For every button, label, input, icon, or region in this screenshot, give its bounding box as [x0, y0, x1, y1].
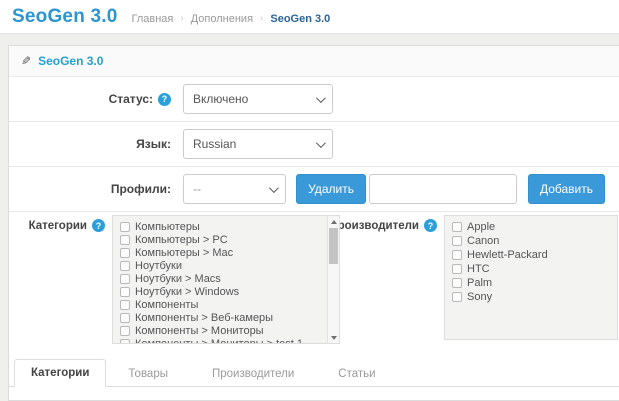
- manufacturer-option[interactable]: Canon: [452, 234, 617, 248]
- tab-categories[interactable]: Категории: [14, 359, 106, 387]
- breadcrumb-home[interactable]: Главная: [132, 13, 174, 25]
- status-select-value: Включено: [193, 92, 248, 106]
- settings-panel: ✎ SeoGen 3.0 Статус: ? Включено Язык: Ru…: [8, 45, 619, 401]
- manufacturers-label: Производители: [329, 220, 419, 232]
- category-option[interactable]: Компоненты > Мониторы: [120, 324, 339, 337]
- help-icon[interactable]: ?: [158, 93, 171, 106]
- tab-articles[interactable]: Статьи: [316, 360, 397, 387]
- checkbox[interactable]: [120, 313, 130, 323]
- manufacturer-option[interactable]: Hewlett-Packard: [452, 248, 617, 262]
- help-icon[interactable]: ?: [424, 219, 437, 232]
- scrollbar-thumb[interactable]: [329, 228, 338, 264]
- manufacturer-option[interactable]: Sony: [452, 290, 617, 304]
- category-option[interactable]: Ноутбуки > Macs: [120, 272, 339, 285]
- checkbox[interactable]: [452, 222, 462, 232]
- manufacturers-listbox: Apple Canon Hewlett-Packard HTC Palm: [444, 215, 618, 340]
- page-header: SeoGen 3.0 Главная › Дополнения › SeoGen…: [0, 0, 619, 34]
- categories-scrollbar[interactable]: [327, 216, 339, 343]
- lists-row: Категории ? Компьютеры Компьютеры > PC К…: [9, 212, 619, 344]
- checkbox[interactable]: [120, 235, 130, 245]
- category-option[interactable]: Компоненты > Веб-камеры: [120, 311, 339, 324]
- chevron-down-icon: [269, 183, 279, 193]
- checkbox[interactable]: [120, 300, 130, 310]
- seogen-settings-page: SeoGen 3.0 Главная › Дополнения › SeoGen…: [0, 0, 619, 401]
- checkbox[interactable]: [120, 248, 130, 258]
- category-option[interactable]: Компьютеры > Mac: [120, 246, 339, 259]
- profiles-select[interactable]: --: [183, 174, 286, 204]
- checkbox[interactable]: [120, 287, 130, 297]
- chevron-down-icon: [316, 138, 326, 148]
- checkbox[interactable]: [452, 250, 462, 260]
- checkbox[interactable]: [120, 222, 130, 232]
- checkbox[interactable]: [120, 339, 130, 345]
- checkbox[interactable]: [120, 261, 130, 271]
- language-select[interactable]: Russian: [183, 129, 333, 159]
- edit-icon: ✎: [21, 54, 31, 68]
- breadcrumb-extensions[interactable]: Дополнения: [191, 13, 253, 25]
- breadcrumb-separator: ›: [180, 13, 183, 24]
- checkbox[interactable]: [452, 292, 462, 302]
- profiles-label-wrap: Профили:: [23, 182, 183, 196]
- language-select-value: Russian: [193, 137, 236, 151]
- chevron-down-icon: [316, 93, 326, 103]
- category-option[interactable]: Компьютеры: [120, 220, 339, 233]
- manufacturer-option[interactable]: HTC: [452, 262, 617, 276]
- manufacturer-option[interactable]: Apple: [452, 220, 617, 234]
- profiles-label: Профили:: [111, 182, 171, 196]
- language-label-wrap: Язык:: [23, 137, 183, 151]
- profile-name-input[interactable]: [369, 174, 517, 204]
- add-profile-button[interactable]: Добавить: [528, 174, 605, 204]
- delete-profile-button[interactable]: Удалить: [296, 174, 366, 204]
- scroll-up-icon[interactable]: [328, 216, 339, 227]
- status-row: Статус: ? Включено: [9, 77, 619, 122]
- scroll-down-icon[interactable]: [328, 332, 339, 343]
- help-icon[interactable]: ?: [92, 219, 105, 232]
- category-option[interactable]: Ноутбуки > Windows: [120, 285, 339, 298]
- categories-label: Категории: [29, 220, 87, 232]
- category-option[interactable]: Ноутбуки: [120, 259, 339, 272]
- checkbox[interactable]: [120, 326, 130, 336]
- panel-heading: ✎ SeoGen 3.0: [9, 46, 619, 77]
- category-option[interactable]: Компоненты: [120, 298, 339, 311]
- breadcrumb-separator: ›: [260, 13, 263, 24]
- bottom-tabs: Категории Товары Производители Статьи: [9, 359, 619, 387]
- checkbox[interactable]: [452, 278, 462, 288]
- checkbox[interactable]: [452, 264, 462, 274]
- status-label-wrap: Статус: ?: [23, 92, 183, 106]
- breadcrumb: Главная › Дополнения › SeoGen 3.0: [132, 13, 331, 25]
- categories-label-wrap: Категории ?: [15, 215, 112, 232]
- panel-title: SeoGen 3.0: [38, 54, 103, 68]
- status-label: Статус:: [109, 92, 153, 106]
- manufacturers-label-wrap: Производители ?: [345, 215, 444, 232]
- checkbox[interactable]: [452, 236, 462, 246]
- tab-products[interactable]: Товары: [106, 360, 190, 387]
- profiles-row: Профили: -- Удалить Добавить: [9, 167, 619, 212]
- checkbox[interactable]: [120, 274, 130, 284]
- category-option[interactable]: Компоненты > Мониторы > test 1: [120, 337, 339, 344]
- categories-listbox: Компьютеры Компьютеры > PC Компьютеры > …: [112, 215, 340, 344]
- tab-manufacturers[interactable]: Производители: [190, 360, 316, 387]
- page-title: SeoGen 3.0: [12, 6, 118, 28]
- category-option[interactable]: Компьютеры > PC: [120, 233, 339, 246]
- manufacturer-option[interactable]: Palm: [452, 276, 617, 290]
- status-select[interactable]: Включено: [183, 84, 333, 114]
- breadcrumb-current: SeoGen 3.0: [270, 13, 330, 25]
- profiles-select-value: --: [193, 182, 201, 196]
- language-label: Язык:: [136, 137, 171, 151]
- language-row: Язык: Russian: [9, 122, 619, 167]
